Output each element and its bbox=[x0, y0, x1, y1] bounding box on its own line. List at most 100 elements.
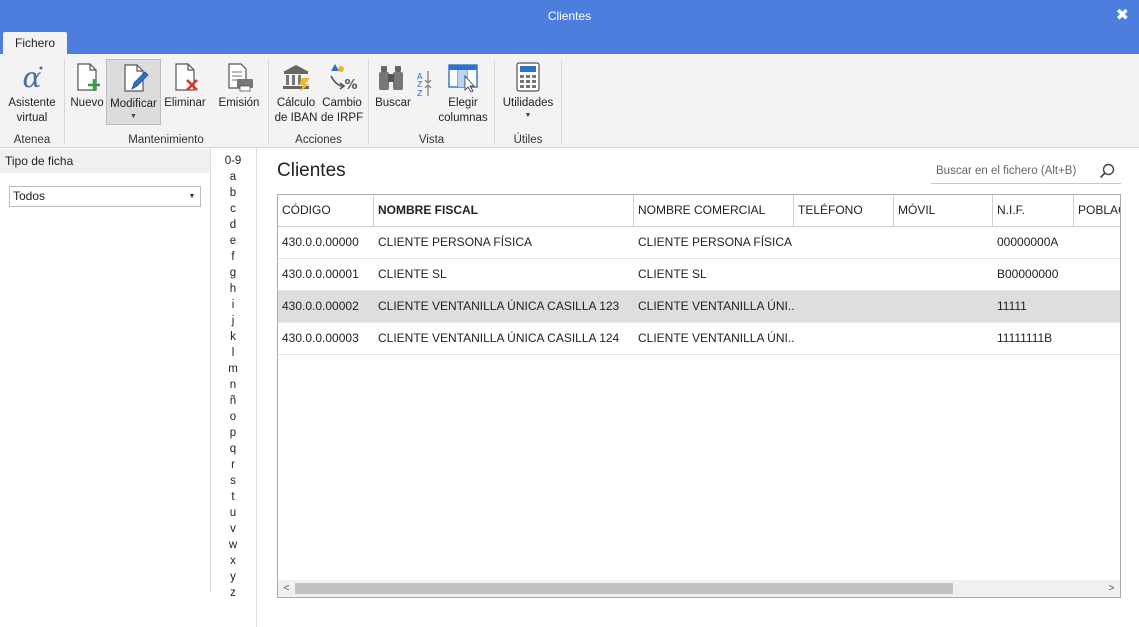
tipo-de-ficha-header: Tipo de ficha bbox=[0, 149, 210, 173]
ribbon-tab-strip: Fichero bbox=[0, 32, 1139, 54]
filter-panel: Tipo de ficha Todos ▼ bbox=[0, 149, 210, 627]
cambio-label-2: de IRPF bbox=[320, 112, 364, 124]
title-bar: Clientes ✖ bbox=[0, 0, 1139, 32]
utilidades-button[interactable]: Utilidades ▼ bbox=[499, 59, 557, 125]
alphabet-letter[interactable]: n bbox=[218, 377, 248, 393]
buscar-button[interactable]: Buscar bbox=[373, 59, 413, 125]
alphabet-letter[interactable]: u bbox=[218, 505, 248, 521]
alphabet-letter[interactable]: h bbox=[218, 281, 248, 297]
alphabet-letter[interactable]: g bbox=[218, 265, 248, 281]
column-header-telefono[interactable]: TELÉFONO bbox=[794, 195, 894, 226]
search-input[interactable] bbox=[931, 160, 1091, 182]
cell-nombre-comercial: CLIENTE VENTANILLA ÚNI... bbox=[638, 299, 794, 313]
cell-movil bbox=[894, 227, 993, 258]
scroll-thumb[interactable] bbox=[295, 583, 953, 594]
alphabet-letter[interactable]: c bbox=[218, 201, 248, 217]
panel-divider bbox=[256, 148, 257, 627]
alphabet-index: 0-9 a b c d e f g h i j k l m n ñ o p q r s t u v w x y z bbox=[218, 153, 248, 601]
cambio-label-1: Cambio bbox=[322, 97, 362, 109]
alphabet-letter[interactable]: j bbox=[218, 313, 248, 329]
asistente-virtual-button[interactable]: α Asistente virtual bbox=[4, 59, 60, 125]
ribbon-group-mantenimiento: Nuevo Modificar ▼ Eliminar Emisión Mante… bbox=[65, 54, 267, 148]
tipo-de-ficha-select[interactable]: Todos ▼ bbox=[9, 186, 201, 207]
table-row[interactable]: 430.0.0.00001 CLIENTE SL CLIENTE SL B000000… bbox=[278, 259, 1120, 291]
group-label-atenea: Atenea bbox=[13, 134, 51, 146]
alphabet-letter[interactable]: a bbox=[218, 169, 248, 185]
alphabet-letter[interactable]: f bbox=[218, 249, 248, 265]
asistente-label-1: Asistente bbox=[8, 97, 56, 109]
table-row[interactable]: 430.0.0.00000 CLIENTE PERSONA FÍSICA CLIEN… bbox=[278, 227, 1120, 259]
cell-movil bbox=[894, 323, 993, 354]
modificar-label: Modificar bbox=[110, 98, 157, 110]
ribbon-group-atenea: α Asistente virtual Atenea bbox=[0, 54, 64, 148]
edit-document-icon bbox=[123, 64, 149, 92]
calculo-label-1: Cálculo bbox=[276, 97, 316, 109]
elegir-label-1: Elegir bbox=[448, 97, 478, 109]
elegir-label-2: columnas bbox=[438, 112, 488, 124]
nuevo-button[interactable]: Nuevo bbox=[68, 59, 106, 125]
column-header-poblacion[interactable]: POBLAC bbox=[1074, 195, 1120, 226]
alphabet-letter[interactable]: v bbox=[218, 521, 248, 537]
irpf-percent-icon: % bbox=[330, 64, 358, 92]
group-label-acciones: Acciones bbox=[295, 134, 342, 146]
alphabet-letter[interactable]: ñ bbox=[218, 393, 248, 409]
alphabet-letter[interactable]: s bbox=[218, 473, 248, 489]
cell-poblacion bbox=[1074, 291, 1120, 322]
scroll-left-button[interactable]: < bbox=[278, 580, 295, 597]
column-header-nif[interactable]: N.I.F. bbox=[993, 195, 1074, 226]
ribbon-group-utiles: Utilidades ▼ Útiles bbox=[495, 54, 561, 148]
window-title: Clientes bbox=[547, 9, 592, 23]
alphabet-letter[interactable]: z bbox=[218, 585, 248, 601]
modificar-button[interactable]: Modificar ▼ bbox=[106, 59, 161, 125]
alphabet-letter[interactable]: k bbox=[218, 329, 248, 345]
alphabet-letter[interactable]: q bbox=[218, 441, 248, 457]
emision-button[interactable]: Emisión bbox=[215, 59, 263, 125]
scroll-right-button[interactable]: > bbox=[1103, 580, 1120, 597]
group-label-mantenimiento: Mantenimiento bbox=[128, 134, 204, 146]
alphabet-letter[interactable]: m bbox=[218, 361, 248, 377]
elegir-columnas-button[interactable]: Elegir columnas bbox=[436, 59, 490, 125]
column-header-codigo[interactable]: CÓDIGO bbox=[278, 195, 374, 226]
alphabet-letter[interactable]: o bbox=[218, 409, 248, 425]
alphabet-letter[interactable]: e bbox=[218, 233, 248, 249]
cell-movil bbox=[894, 259, 993, 290]
alphabet-letter[interactable]: b bbox=[218, 185, 248, 201]
alphabet-letter[interactable]: i bbox=[218, 297, 248, 313]
panel-divider bbox=[210, 148, 211, 592]
search-icon[interactable] bbox=[1099, 163, 1115, 179]
cell-codigo: 430.0.0.00002 bbox=[282, 299, 359, 313]
column-header-nombre-fiscal[interactable]: NOMBRE FISCAL bbox=[374, 195, 634, 226]
tab-fichero[interactable]: Fichero bbox=[3, 32, 67, 54]
group-label-vista: Vista bbox=[418, 134, 445, 146]
alphabet-letter[interactable]: 0-9 bbox=[218, 153, 248, 169]
eliminar-button[interactable]: Eliminar bbox=[162, 59, 208, 125]
column-header-nombre-comercial[interactable]: NOMBRE COMERCIAL bbox=[634, 195, 794, 226]
delete-document-icon bbox=[175, 63, 198, 91]
table-row[interactable]: 430.0.0.00002 CLIENTE VENTANILLA ÚNICA CA… bbox=[278, 291, 1120, 323]
alphabet-letter[interactable]: x bbox=[218, 553, 248, 569]
cell-telefono bbox=[794, 227, 894, 258]
cell-codigo: 430.0.0.00001 bbox=[282, 267, 359, 281]
cambio-irpf-button[interactable]: % Cambio de IRPF bbox=[320, 59, 364, 125]
cell-poblacion bbox=[1074, 323, 1120, 354]
calculo-iban-button[interactable]: Cálculo de IBAN bbox=[273, 59, 319, 125]
horizontal-scrollbar[interactable]: < > bbox=[278, 580, 1120, 597]
ribbon-group-acciones: Cálculo de IBAN % Cambio de IRPF Accione… bbox=[269, 54, 368, 148]
alphabet-letter[interactable]: y bbox=[218, 569, 248, 585]
alphabet-letter[interactable]: d bbox=[218, 217, 248, 233]
cell-telefono bbox=[794, 259, 894, 290]
column-header-movil[interactable]: MÓVIL bbox=[894, 195, 993, 226]
alphabet-letter[interactable]: p bbox=[218, 425, 248, 441]
table-row[interactable]: 430.0.0.00003 CLIENTE VENTANILLA ÚNICA CA… bbox=[278, 323, 1120, 355]
cell-movil bbox=[894, 291, 993, 322]
chevron-down-icon[interactable]: ▼ bbox=[184, 187, 200, 206]
ribbon-group-vista: Buscar A Z Z Elegir columnas Vista bbox=[369, 54, 494, 148]
clients-table: CÓDIGO NOMBRE FISCAL NOMBRE COMERCIAL TE… bbox=[277, 194, 1121, 598]
alphabet-letter[interactable]: r bbox=[218, 457, 248, 473]
alphabet-letter[interactable]: l bbox=[218, 345, 248, 361]
close-button[interactable]: ✖ bbox=[1116, 5, 1129, 25]
alphabet-letter[interactable]: t bbox=[218, 489, 248, 505]
alphabet-letter[interactable]: w bbox=[218, 537, 248, 553]
sort-button[interactable]: A Z Z bbox=[414, 59, 434, 99]
cell-poblacion bbox=[1074, 227, 1120, 258]
